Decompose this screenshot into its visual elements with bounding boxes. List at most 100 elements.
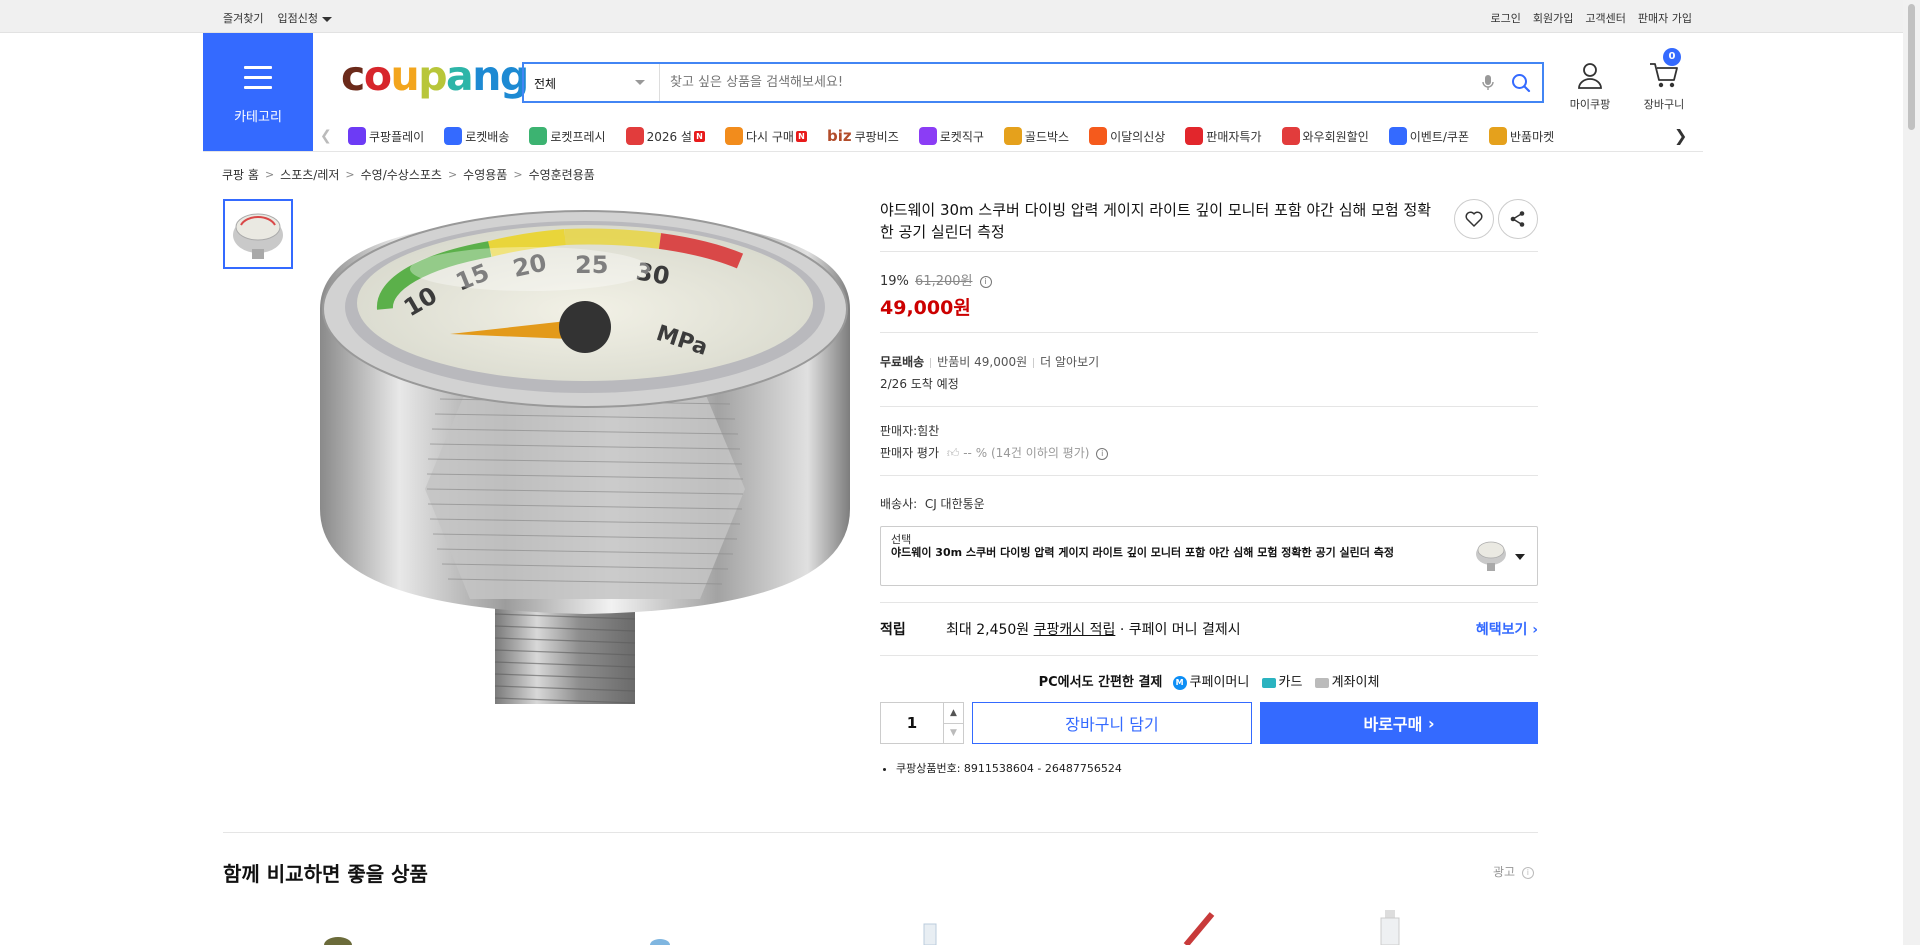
shortcut-prefix: biz bbox=[826, 127, 852, 145]
reward-suffix: · 쿠페이 머니 결제시 bbox=[1119, 622, 1241, 638]
buy-now-button[interactable]: 바로구매 › bbox=[1260, 702, 1538, 744]
option-value: 야드웨이 30m 스쿠버 다이빙 압력 게이지 라이트 깊이 모니터 포함 야간… bbox=[891, 546, 1394, 559]
quantity-decrease-button[interactable]: ▼ bbox=[944, 722, 963, 744]
mypage-button[interactable]: 마이쿠팡 bbox=[1562, 60, 1618, 112]
logo-letter: c bbox=[341, 52, 365, 100]
cart-label: 장바구니 bbox=[1643, 98, 1685, 111]
seller-name-link[interactable]: 힘찬 bbox=[917, 424, 939, 438]
product-thumbnail[interactable] bbox=[223, 199, 293, 269]
option-select[interactable]: 선택 야드웨이 30m 스쿠버 다이빙 압력 게이지 라이트 깊이 모니터 포함… bbox=[880, 526, 1538, 586]
search-input[interactable] bbox=[660, 64, 1476, 101]
option-label: 선택 bbox=[891, 533, 912, 546]
logo-letter: n bbox=[472, 52, 501, 100]
chevron-down-icon bbox=[635, 80, 645, 85]
purchase-actions: 1 ▲ ▼ 장바구니 담기 바로구매 › bbox=[880, 702, 1538, 744]
shortcut-item[interactable]: 이달의신상 bbox=[1089, 127, 1165, 145]
ad-label: 광고 i bbox=[1493, 863, 1534, 880]
quantity-value[interactable]: 1 bbox=[881, 703, 943, 743]
search-bar: 전체 bbox=[522, 62, 1544, 103]
shortcut-item[interactable]: 다시 구매 N bbox=[724, 127, 807, 145]
buy-now-label: 바로구매 bbox=[1363, 715, 1423, 734]
login-link[interactable]: 로그인 bbox=[1491, 10, 1521, 26]
coupang-cash-link[interactable]: 쿠팡캐시 적립 bbox=[1034, 619, 1116, 639]
breadcrumb-item[interactable]: 쿠팡 홈 bbox=[222, 166, 259, 183]
breadcrumb-item[interactable]: 수영용품 bbox=[463, 166, 507, 183]
shortcut-item[interactable]: 로켓프레시 bbox=[529, 127, 606, 145]
chevron-right-icon: > bbox=[345, 168, 355, 181]
chevron-left-icon[interactable]: ❮ bbox=[320, 128, 340, 144]
seller-signup-link[interactable]: 판매자 가입 bbox=[1638, 10, 1692, 26]
bookmark-link[interactable]: 즐겨찾기 bbox=[223, 10, 263, 26]
ad-text: 광고 bbox=[1493, 865, 1516, 879]
learn-more-link[interactable]: 더 알아보기 bbox=[1040, 355, 1099, 369]
microphone-icon[interactable] bbox=[1476, 71, 1500, 95]
chevron-right-icon: > bbox=[513, 168, 523, 181]
shortcut-nav: ❮ 쿠팡플레이 로켓배송 로켓프레시 2026 설 N 다시 구매 N biz 쿠팡비즈 로켓직구… bbox=[320, 122, 1700, 150]
page-scrollbar[interactable] bbox=[1903, 0, 1920, 945]
shortcut-label: 로켓프레시 bbox=[550, 129, 606, 144]
shortcut-item[interactable]: 2026 설N bbox=[625, 127, 705, 145]
chevron-down-icon bbox=[321, 16, 332, 22]
info-icon[interactable]: i bbox=[1521, 866, 1534, 879]
section-divider bbox=[223, 832, 1538, 833]
shortcut-icon bbox=[1003, 127, 1022, 145]
wishlist-button[interactable] bbox=[1454, 199, 1494, 239]
breadcrumb: 쿠팡 홈 > 스포츠/레저 > 수영/수상스포츠 > 수영용품 > 수영훈련용품 bbox=[222, 166, 595, 183]
seller-label: 판매자: bbox=[880, 424, 918, 438]
cart-button[interactable]: 0 장바구니 bbox=[1637, 48, 1691, 112]
shortcut-item[interactable]: 와우회원할인 bbox=[1281, 127, 1369, 145]
shortcut-item[interactable]: 쿠팡플레이 bbox=[348, 127, 424, 145]
sale-price: 49,000원 bbox=[880, 297, 971, 319]
compare-product-image[interactable] bbox=[1375, 910, 1405, 945]
quantity-increase-button[interactable]: ▲ bbox=[944, 703, 963, 723]
shortcut-icon bbox=[1388, 127, 1407, 145]
shortcut-label: 쿠팡플레이 bbox=[369, 129, 425, 144]
scrollbar-thumb[interactable] bbox=[1908, 4, 1915, 130]
breadcrumb-item[interactable]: 수영/수상스포츠 bbox=[361, 166, 442, 183]
category-label: 카테고리 bbox=[234, 110, 282, 125]
cart-count-badge: 0 bbox=[1663, 48, 1681, 66]
compare-product-image[interactable] bbox=[915, 920, 945, 945]
product-number-list: 쿠팡상품번호: 8911538604 - 26487756524 bbox=[880, 760, 1538, 776]
shortcut-icon bbox=[1281, 127, 1300, 145]
coupang-logo[interactable]: coupang bbox=[341, 52, 529, 100]
compare-product-image[interactable] bbox=[645, 935, 675, 945]
search-scope-select[interactable]: 전체 bbox=[524, 64, 660, 101]
shortcut-icon bbox=[1089, 127, 1108, 145]
search-icon[interactable] bbox=[1506, 68, 1536, 98]
shortcut-label: 로켓배송 bbox=[465, 129, 510, 144]
category-button[interactable]: 카테고리 bbox=[203, 33, 313, 151]
add-to-cart-button[interactable]: 장바구니 담기 bbox=[972, 702, 1252, 744]
signup-link[interactable]: 회원가입 bbox=[1533, 10, 1573, 26]
option-thumbnail bbox=[1476, 541, 1506, 571]
header-divider bbox=[203, 151, 1703, 152]
shortcut-item[interactable]: 로켓배송 bbox=[444, 127, 509, 145]
carrier-line: 배송사: CJ 대한통운 bbox=[880, 476, 1538, 526]
shortcut-item[interactable]: 로켓직구 bbox=[918, 127, 984, 145]
benefit-link[interactable]: 혜택보기 › bbox=[1476, 619, 1538, 639]
product-main-image[interactable]: 10 15 20 25 30 MPa bbox=[300, 199, 870, 769]
customer-center-link[interactable]: 고객센터 bbox=[1585, 10, 1625, 26]
search-scope-value: 전체 bbox=[534, 77, 557, 91]
shortcut-icon bbox=[1185, 127, 1204, 145]
share-button[interactable] bbox=[1498, 199, 1538, 239]
shortcut-label: 판매자특가 bbox=[1206, 129, 1262, 144]
chevron-right-icon: › bbox=[1427, 713, 1435, 733]
vendor-apply-label: 입점신청 bbox=[277, 12, 318, 25]
shortcut-item[interactable]: 반품마켓 bbox=[1489, 127, 1554, 145]
shortcut-item[interactable]: 이벤트/쿠폰 bbox=[1388, 127, 1469, 145]
breadcrumb-item[interactable]: 스포츠/레저 bbox=[280, 166, 339, 183]
info-icon[interactable]: i bbox=[1096, 447, 1109, 460]
shortcut-item[interactable]: 판매자특가 bbox=[1185, 127, 1262, 145]
info-icon[interactable]: i bbox=[979, 275, 992, 288]
shortcut-label: 골드박스 bbox=[1024, 129, 1070, 144]
compare-product-image[interactable] bbox=[1180, 912, 1220, 945]
vendor-apply-link[interactable]: 입점신청 bbox=[277, 10, 332, 26]
chevron-right-icon[interactable]: ❯ bbox=[1674, 126, 1687, 145]
shortcut-label: 2026 설 bbox=[646, 129, 692, 144]
shortcut-item[interactable]: 골드박스 bbox=[1003, 127, 1070, 145]
shortcut-item[interactable]: biz 쿠팡비즈 bbox=[827, 127, 899, 145]
carrier-label: 배송사: bbox=[880, 497, 918, 511]
compare-product-image[interactable] bbox=[318, 930, 358, 945]
breadcrumb-item[interactable]: 수영훈련용품 bbox=[529, 166, 595, 183]
